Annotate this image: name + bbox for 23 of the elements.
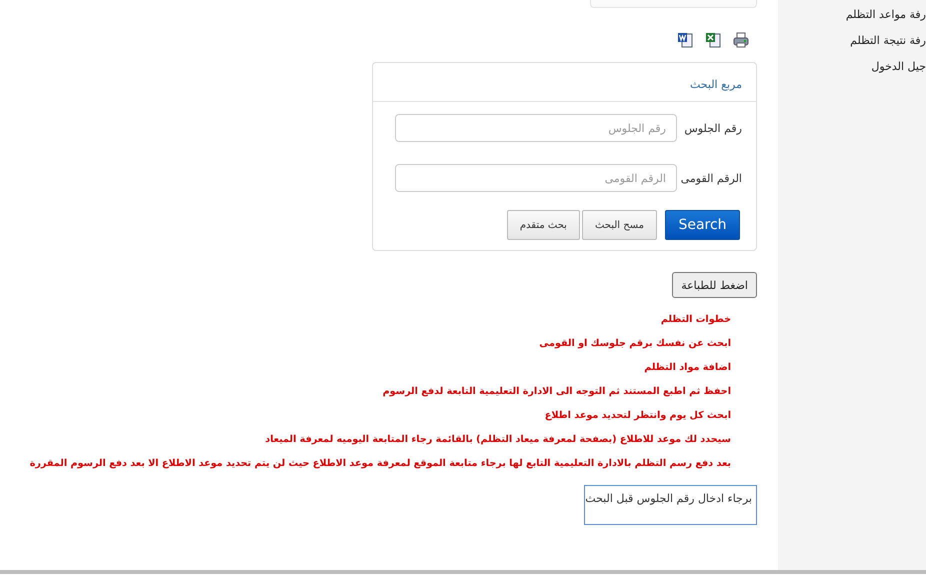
search-button[interactable]: Search — [665, 210, 740, 240]
input-field[interactable]: الرقم القومى — [395, 164, 677, 192]
printer-icon[interactable] — [733, 32, 749, 48]
input-field[interactable]: رقم الجلوس — [395, 114, 677, 142]
sidebar-link[interactable]: رفة مواعد التظلم — [846, 6, 926, 23]
instruction-text: خطوات التظلم — [660, 313, 731, 327]
sidebar-link[interactable]: رفة نتيجة التظلم — [850, 32, 926, 49]
message-box: برجاء ادخال رقم الجلوس قبل البحث — [584, 485, 757, 525]
instruction-text: ابحث عن نفسك برقم جلوسك او القومى — [538, 337, 731, 351]
document-icon[interactable] — [677, 32, 693, 48]
spreadsheet-icon[interactable] — [705, 32, 721, 48]
print-button[interactable]: اضغط للطباعة — [672, 272, 757, 298]
instruction-text: ابحث كل يوم وانتظر لتحديد موعد اطلاع — [544, 409, 731, 423]
sidebar-link[interactable]: جيل الدخول — [871, 58, 926, 75]
instruction-text: سيحدد لك موعد للاطلاع (بصفحة لمعرفة ميعاد التظلم) بالقائمة رجاء المتابعة اليوميه لمعرفة الميعاد — [264, 433, 731, 447]
field-label: رقم الجلوس — [683, 122, 742, 134]
action-button[interactable]: مسح البحث — [582, 210, 657, 240]
panel-title: مربع البحث — [690, 78, 742, 91]
instruction-text: بعد دفع رسم التظلم بالادارة التعليمية التابع لها برجاء متابعة الموقع لمعرفة موعد الاطلاع حيث لن يتم تحديد موعد الاطلاع الا بعد دفع الرسوم المقررة — [30, 457, 731, 471]
action-button[interactable]: بحث متقدم — [506, 210, 580, 240]
instruction-text: اضافة مواد التظلم — [643, 361, 731, 375]
field-label: الرقم القومى — [682, 172, 742, 184]
instruction-text: احفظ ثم اطبع المستند ثم التوجه الى الادارة التعليمية التابعة لدفع الرسوم — [382, 385, 731, 399]
